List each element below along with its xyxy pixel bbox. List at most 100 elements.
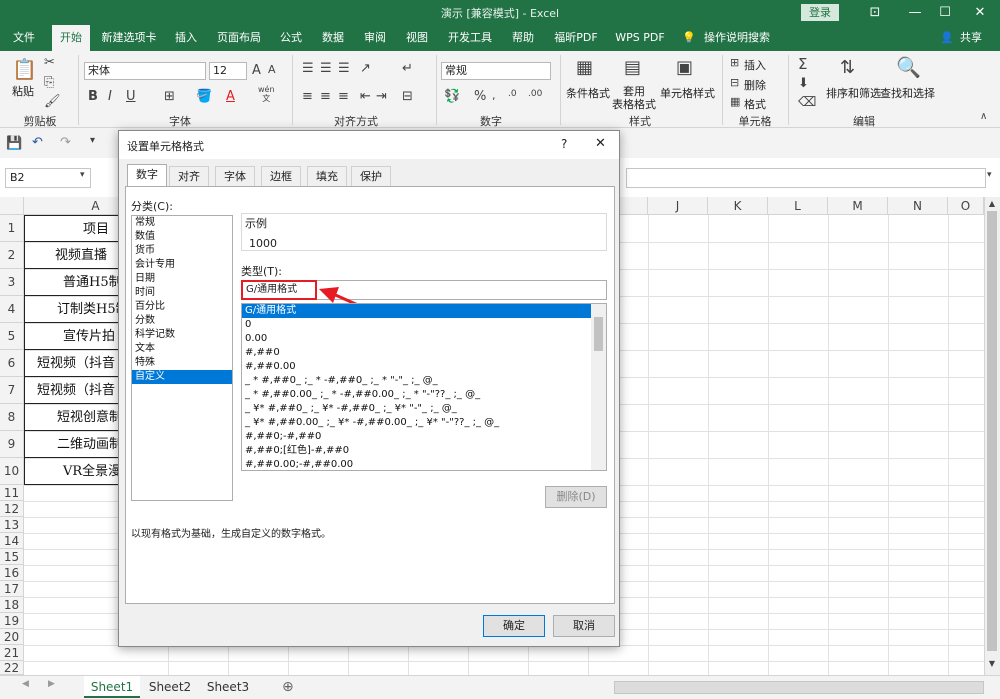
column-header-l[interactable]: L [768, 197, 828, 215]
list-item[interactable]: _ ¥* #,##0_ ;_ ¥* -#,##0_ ;_ ¥* "-"_ ;_ … [242, 402, 606, 416]
merge-center-icon[interactable]: ⊟ [402, 89, 413, 104]
conditional-format-icon[interactable]: ▦ [576, 57, 593, 78]
list-item[interactable]: 文本 [132, 342, 232, 356]
list-item[interactable]: _ ¥* #,##0.00_ ;_ ¥* -#,##0.00_ ;_ ¥* "-… [242, 416, 606, 430]
fill-color-icon[interactable]: 🪣 [196, 89, 212, 104]
formula-input[interactable] [626, 168, 986, 188]
increase-decimal-icon[interactable]: .0 [508, 89, 517, 99]
row-header[interactable]: 12 [0, 501, 24, 517]
format-label[interactable]: 格式 [744, 96, 766, 112]
row-header[interactable]: 6 [0, 350, 24, 377]
orientation-icon[interactable]: ↗ [360, 61, 371, 76]
row-header[interactable]: 9 [0, 431, 24, 458]
row-header[interactable]: 18 [0, 597, 24, 613]
insert-label[interactable]: 插入 [744, 57, 766, 73]
next-sheet-icon[interactable]: ▶ [48, 679, 55, 689]
row-header[interactable]: 4 [0, 296, 24, 323]
bold-button[interactable]: B [88, 89, 98, 104]
delete-cells-icon[interactable]: ⊟ [730, 76, 739, 89]
underline-button[interactable]: U [126, 89, 136, 104]
tab-wps-pdf[interactable]: WPS PDF [612, 25, 668, 51]
align-top-icon[interactable]: ☰ [302, 61, 314, 76]
row-header[interactable]: 20 [0, 629, 24, 645]
row-header[interactable]: 11 [0, 485, 24, 501]
format-code-list[interactable]: G/通用格式 0 0.00 #,##0 #,##0.00 _ * #,##0_ … [241, 303, 607, 471]
row-header[interactable]: 22 [0, 661, 24, 675]
list-item[interactable]: #,##0;[红色]-#,##0 [242, 444, 606, 458]
ribbon-display-icon[interactable]: ⊡ [855, 0, 895, 25]
list-item[interactable]: 常规 [132, 216, 232, 230]
expand-formula-icon[interactable]: ▾ [987, 170, 992, 180]
list-item[interactable]: #,##0.00 [242, 360, 606, 374]
sheet-tab-sheet3[interactable]: Sheet3 [200, 676, 256, 698]
row-header[interactable]: 8 [0, 404, 24, 431]
list-item-selected[interactable]: G/通用格式 [242, 304, 606, 318]
dialog-close-button[interactable]: ✕ [595, 136, 606, 151]
tab-fill[interactable]: 填充 [307, 166, 347, 186]
shrink-font-icon[interactable]: A [268, 63, 276, 76]
help-button[interactable]: ? [561, 137, 567, 151]
delete-label[interactable]: 删除 [744, 77, 766, 93]
cell-styles-icon[interactable]: ▣ [676, 57, 693, 78]
currency-icon[interactable]: 💱 [444, 89, 460, 104]
name-box[interactable]: B2 [5, 168, 91, 188]
list-item[interactable]: 货币 [132, 244, 232, 258]
maximize-icon[interactable]: ☐ [925, 0, 965, 25]
autosum-icon[interactable]: Σ [798, 55, 807, 73]
phonetic-icon[interactable]: wén 文 [258, 85, 275, 103]
increase-indent-icon[interactable]: ⇥ [376, 89, 387, 104]
comma-style-icon[interactable]: , [492, 89, 496, 102]
table-format-label[interactable]: 套用 表格格式 [612, 85, 656, 111]
row-header[interactable]: 2 [0, 242, 24, 269]
font-size-select[interactable]: 12 [209, 62, 247, 80]
list-item[interactable]: #,##0.00;-#,##0.00 [242, 458, 606, 470]
horizontal-scrollbar[interactable] [614, 681, 984, 694]
sheet-tab-sheet1[interactable]: Sheet1 [84, 676, 140, 698]
row-header[interactable]: 19 [0, 613, 24, 629]
column-header-j[interactable]: J [648, 197, 708, 215]
delete-format-button[interactable]: 删除(D) [545, 486, 607, 508]
share-button[interactable]: 共享 [956, 25, 986, 51]
row-header[interactable]: 1 [0, 215, 24, 242]
list-item[interactable]: 分数 [132, 314, 232, 328]
list-item[interactable]: _ * #,##0_ ;_ * -#,##0_ ;_ * "-"_ ;_ @_ [242, 374, 606, 388]
cut-icon[interactable]: ✂ [44, 55, 55, 70]
sort-filter-label[interactable]: 排序和筛选 [826, 85, 881, 101]
tab-foxit-pdf[interactable]: 福昕PDF [548, 25, 604, 51]
tab-border[interactable]: 边框 [261, 166, 301, 186]
scrollbar-thumb[interactable] [987, 211, 997, 651]
column-header-m[interactable]: M [828, 197, 888, 215]
paste-icon[interactable]: 📋 [12, 57, 37, 81]
list-item-selected[interactable]: 自定义 [132, 370, 232, 384]
align-left-icon[interactable]: ≡ [302, 89, 313, 104]
list-item[interactable]: 百分比 [132, 300, 232, 314]
copy-icon[interactable]: ⎘ [44, 75, 54, 90]
align-center-icon[interactable]: ≡ [320, 89, 331, 104]
undo-icon[interactable]: ↶ [32, 135, 43, 150]
list-item[interactable]: 数值 [132, 230, 232, 244]
row-header[interactable]: 7 [0, 377, 24, 404]
find-select-icon[interactable]: 🔍 [896, 55, 921, 79]
border-icon[interactable]: ⊞ [164, 89, 175, 104]
row-header[interactable]: 16 [0, 565, 24, 581]
cond-format-label[interactable]: 条件格式 [566, 85, 610, 101]
format-cells-icon[interactable]: ▦ [730, 95, 740, 108]
sort-filter-icon[interactable]: ⇅ [840, 57, 855, 78]
list-item[interactable]: 时间 [132, 286, 232, 300]
format-as-table-icon[interactable]: ▤ [624, 57, 641, 78]
save-icon[interactable]: 💾 [6, 136, 22, 151]
column-header-k[interactable]: K [708, 197, 768, 215]
format-list-scrollbar-thumb[interactable] [594, 317, 603, 351]
column-header-o[interactable]: O [948, 197, 984, 215]
list-item[interactable]: #,##0 [242, 346, 606, 360]
format-painter-icon[interactable]: 🖌 [44, 94, 61, 109]
tab-help[interactable]: 帮助 [506, 25, 540, 51]
ok-button[interactable]: 确定 [483, 615, 545, 637]
clear-icon[interactable]: ⌫ [798, 95, 816, 110]
collapse-ribbon-icon[interactable]: ∧ [980, 111, 987, 122]
row-header[interactable]: 15 [0, 549, 24, 565]
decrease-decimal-icon[interactable]: .00 [528, 89, 542, 99]
tab-data[interactable]: 数据 [316, 25, 350, 51]
tab-insert[interactable]: 插入 [168, 25, 204, 51]
category-list[interactable]: 常规 数值 货币 会计专用 日期 时间 百分比 分数 科学记数 文本 特殊 自定… [131, 215, 233, 501]
